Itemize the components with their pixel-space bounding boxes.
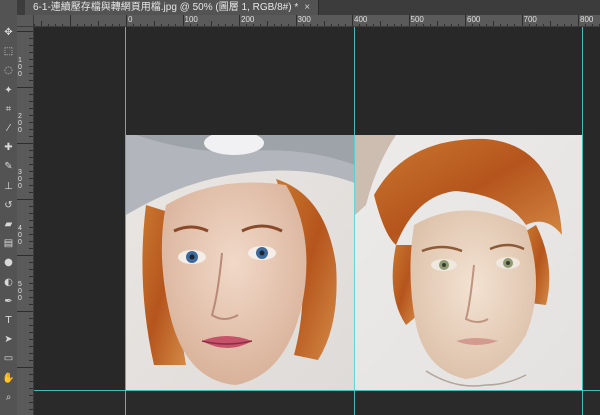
ruler-major-tick: [182, 15, 184, 26]
close-icon[interactable]: ×: [304, 2, 310, 13]
ruler-label: 2: [18, 113, 22, 120]
vertical-guide-center[interactable]: [354, 27, 355, 415]
ruler-major-tick: [239, 15, 240, 26]
ruler-minor-tick: [17, 87, 33, 88]
ruler-major-tick: [408, 15, 410, 26]
ruler-minor-tick: [17, 367, 33, 368]
ruler-label: 0: [18, 239, 22, 246]
ruler-major-tick: [521, 15, 523, 26]
ruler-origin[interactable]: [17, 15, 34, 27]
ruler-label: 400: [354, 15, 368, 24]
ruler-label: 0: [18, 288, 22, 295]
document-tab-bar: 6-1-連續壓存檔與轉網頁用檔.jpg @ 50% (圖層 1, RGB/8#)…: [17, 0, 600, 15]
horizontal-ruler[interactable]: 010020030040050060070080090010001100: [34, 15, 600, 27]
ruler-minor-tick: [17, 199, 33, 200]
shape-icon[interactable]: ▭: [2, 352, 15, 365]
lasso-icon[interactable]: ◌: [2, 64, 15, 77]
vertical-ruler[interactable]: 100200300400500: [17, 27, 34, 415]
canvas-bottom-margin: [34, 390, 600, 415]
move-icon[interactable]: ✥: [2, 26, 15, 39]
ruler-label: 1: [18, 57, 22, 64]
ruler-label: 0: [128, 15, 133, 24]
ruler-label: 600: [467, 15, 481, 24]
ruler-label: 500: [410, 15, 424, 24]
ruler-minor-tick: [17, 31, 33, 32]
ruler-minor-tick: [17, 255, 33, 256]
ruler-label: 700: [523, 15, 537, 24]
magic-wand-icon[interactable]: ✦: [2, 84, 15, 97]
zoom-icon[interactable]: ⌕: [2, 391, 15, 404]
document-workspace[interactable]: [34, 27, 600, 415]
hand-icon[interactable]: ✋: [2, 372, 15, 385]
ruler-major-tick: [578, 15, 579, 26]
ruler-label: 0: [18, 183, 22, 190]
eyedropper-icon[interactable]: ⁄: [2, 122, 15, 135]
vertical-guide-right[interactable]: [582, 27, 583, 415]
history-brush-icon[interactable]: ↺: [2, 199, 15, 212]
ruler-label: 0: [18, 71, 22, 78]
ruler-major-tick: [465, 15, 466, 26]
ruler-label: 3: [18, 169, 22, 176]
horizontal-guide-bottom[interactable]: [34, 390, 600, 391]
crop-icon[interactable]: ⌗: [2, 103, 15, 116]
ruler-minor-tick: [17, 311, 33, 312]
ruler-label: 0: [18, 64, 22, 71]
type-icon[interactable]: T: [2, 314, 15, 327]
brush-icon[interactable]: ✎: [2, 160, 15, 173]
ruler-major-tick: [69, 15, 71, 26]
ruler-label: 5: [18, 281, 22, 288]
pen-icon[interactable]: ✒: [2, 295, 15, 308]
ruler-label: 800: [580, 15, 594, 24]
ruler-label: 0: [18, 127, 22, 134]
ruler-label: 300: [297, 15, 311, 24]
document-tab-title: 6-1-連續壓存檔與轉網頁用檔.jpg @ 50% (圖層 1, RGB/8#)…: [33, 2, 299, 13]
ruler-major-tick: [126, 15, 127, 26]
path-selection-icon[interactable]: ➤: [2, 333, 15, 346]
ruler-label: 0: [18, 176, 22, 183]
ruler-label: 0: [18, 120, 22, 127]
ruler-label: 4: [18, 225, 22, 232]
ruler-label: 0: [18, 232, 22, 239]
ruler-major-tick: [352, 15, 353, 26]
gradient-icon[interactable]: ▤: [2, 237, 15, 250]
ruler-label: 200: [241, 15, 255, 24]
tools-panel: ✥ ⬚ ◌ ✦ ⌗ ⁄ ✚ ✎ ⊥ ↺ ▰ ▤ ● ◐ ✒ T ➤ ▭ ✋ ⌕: [0, 0, 18, 415]
ruler-minor-tick: [17, 143, 33, 144]
ruler-label: 100: [184, 15, 198, 24]
eraser-icon[interactable]: ▰: [2, 218, 15, 231]
blur-icon[interactable]: ●: [2, 256, 15, 269]
clone-stamp-icon[interactable]: ⊥: [2, 180, 15, 193]
healing-icon[interactable]: ✚: [2, 141, 15, 154]
vertical-guide-left[interactable]: [125, 27, 126, 415]
ruler-label: 0: [18, 295, 22, 302]
document-tab[interactable]: 6-1-連續壓存檔與轉網頁用檔.jpg @ 50% (圖層 1, RGB/8#)…: [25, 0, 320, 15]
dodge-icon[interactable]: ◐: [2, 276, 15, 289]
marquee-icon[interactable]: ⬚: [2, 45, 15, 58]
ruler-major-tick: [295, 15, 297, 26]
